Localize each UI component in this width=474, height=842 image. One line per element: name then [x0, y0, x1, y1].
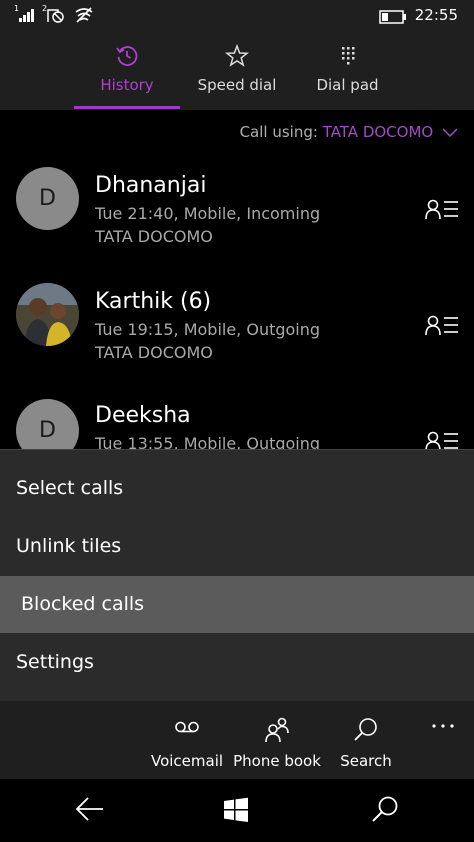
- call-history-item[interactable]: D Dhananjai Tue 21:40, Mobile, Incoming …: [0, 160, 474, 270]
- navigation-bar: [0, 779, 474, 842]
- tab-dial-pad[interactable]: Dial pad: [300, 32, 395, 110]
- app-bar: Voicemail Phone book Search: [0, 701, 474, 779]
- history-icon: [115, 44, 139, 72]
- avatar-photo: [16, 283, 79, 346]
- tab-history-label: History: [100, 76, 154, 94]
- search-button[interactable]: Search: [334, 701, 398, 779]
- contact-details-icon[interactable]: [425, 314, 459, 340]
- voicemail-icon: [174, 717, 200, 741]
- windows-icon[interactable]: [223, 797, 249, 827]
- status-time: 22:55: [414, 6, 458, 24]
- avatar: D: [16, 167, 79, 230]
- more-ellipsis-icon[interactable]: [430, 714, 458, 738]
- phone-book-button[interactable]: Phone book: [230, 701, 324, 779]
- call-detail: Tue 13:55, Mobile, Outgoing: [95, 434, 321, 449]
- battery-icon: [379, 9, 407, 28]
- dialpad-icon: [336, 44, 360, 72]
- call-using-carrier: TATA DOCOMO: [322, 123, 434, 141]
- search-label: Search: [340, 752, 392, 770]
- voicemail-label: Voicemail: [150, 752, 224, 770]
- call-carrier: TATA DOCOMO: [95, 227, 213, 246]
- menu-item-unlink-tiles[interactable]: Unlink tiles: [0, 518, 474, 575]
- sim2-number: 2: [42, 4, 47, 13]
- menu-item-blocked-calls[interactable]: Blocked calls: [0, 576, 474, 633]
- sim2-no-signal-icon: 2: [42, 4, 68, 28]
- call-detail: Tue 19:15, Mobile, Outgoing: [95, 320, 321, 339]
- contact-details-icon[interactable]: [425, 198, 459, 224]
- avatar: D: [16, 399, 79, 449]
- wifi-off-icon: [74, 6, 94, 28]
- call-detail: Tue 21:40, Mobile, Incoming: [95, 204, 321, 223]
- sim1-number: 1: [14, 4, 19, 13]
- people-icon: [263, 717, 291, 747]
- call-history-item[interactable]: D Deeksha Tue 13:55, Mobile, Outgoing: [0, 392, 474, 449]
- tab-bar: History Speed dial Dial pad: [0, 32, 474, 110]
- call-using-prefix: Call using:: [239, 123, 318, 141]
- call-carrier: TATA DOCOMO: [95, 343, 213, 362]
- back-arrow-icon[interactable]: [75, 795, 105, 827]
- contact-details-icon[interactable]: [425, 430, 459, 449]
- voicemail-button[interactable]: Voicemail: [150, 701, 224, 779]
- menu-item-settings[interactable]: Settings: [0, 634, 474, 691]
- signal-bars-icon: 1: [14, 4, 38, 28]
- star-icon: [224, 43, 250, 72]
- search-icon: [353, 717, 379, 747]
- caller-name: Dhananjai: [95, 173, 207, 198]
- active-tab-indicator: [74, 106, 180, 109]
- caller-name: Karthik (6): [95, 289, 212, 314]
- status-bar: 1 2 22:55: [0, 0, 474, 32]
- tab-speed-dial[interactable]: Speed dial: [186, 32, 288, 110]
- tab-history[interactable]: History: [74, 32, 180, 110]
- tab-speed-dial-label: Speed dial: [197, 76, 277, 94]
- phone-book-label: Phone book: [233, 752, 321, 770]
- search-icon[interactable]: [371, 795, 399, 827]
- call-history-item[interactable]: Karthik (6) Tue 19:15, Mobile, Outgoing …: [0, 276, 474, 386]
- chevron-down-icon: [442, 127, 458, 137]
- caller-name: Deeksha: [95, 403, 191, 428]
- overflow-menu: Select calls Unlink tiles Blocked calls …: [0, 449, 474, 701]
- menu-item-select-calls[interactable]: Select calls: [0, 460, 474, 517]
- call-using-selector[interactable]: Call using: TATA DOCOMO: [240, 123, 458, 141]
- tab-dial-pad-label: Dial pad: [316, 76, 379, 94]
